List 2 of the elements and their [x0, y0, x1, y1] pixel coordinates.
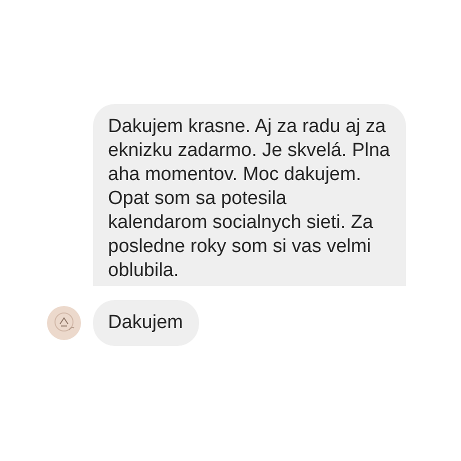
message-bubble: Dakujem [93, 300, 199, 346]
message-bubble: Dakujem krasne. Aj za radu aj za eknizku zadarmo. Je skvelá. Plna aha momentov. Moc dakujem. Opat som sa potesila kalendarom socialnych sieti. Za posledne roky som si vas velmi oblubila. [93, 104, 406, 286]
